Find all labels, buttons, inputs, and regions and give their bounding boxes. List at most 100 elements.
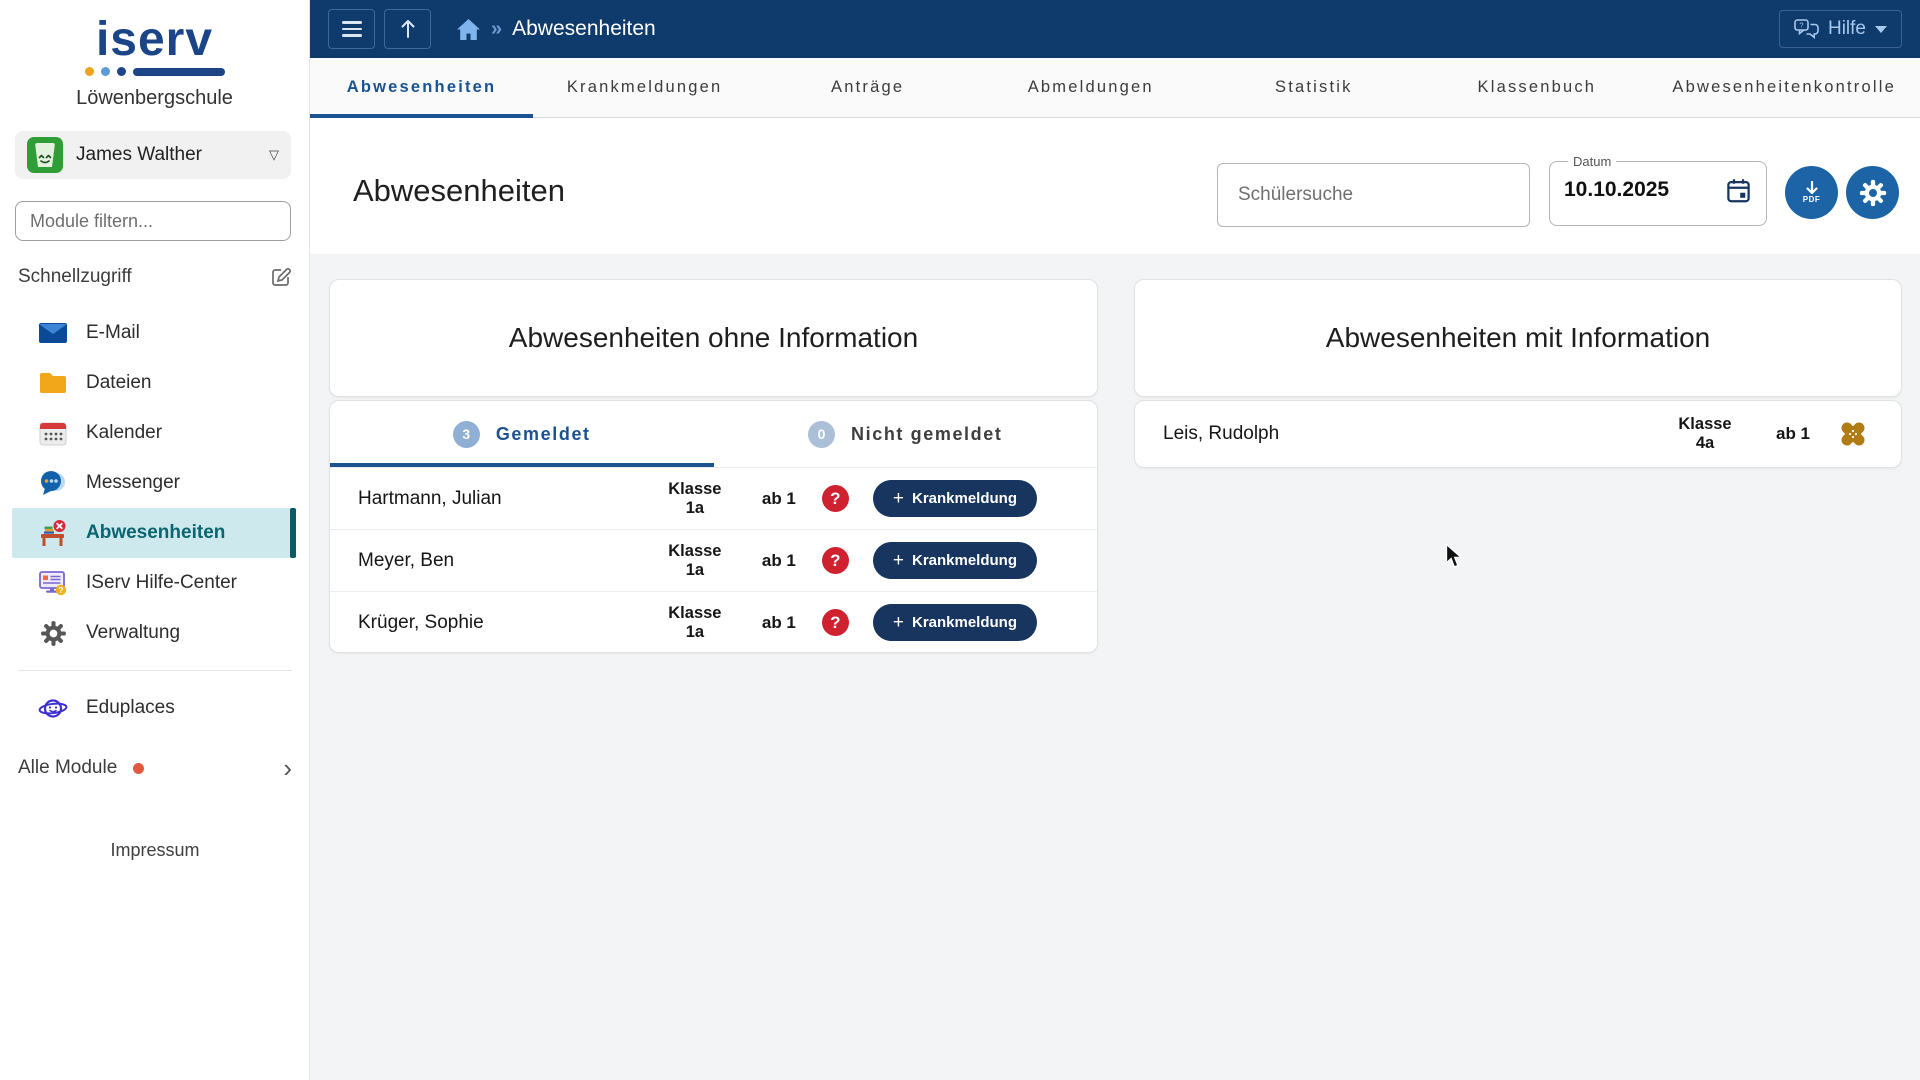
student-search-input[interactable] bbox=[1217, 163, 1530, 227]
tab-klassenbuch[interactable]: Klassenbuch bbox=[1425, 58, 1648, 117]
absences-desk-icon bbox=[38, 518, 68, 548]
absence-from: ab 1 bbox=[740, 489, 818, 509]
plus-icon: + bbox=[893, 488, 904, 510]
tab-abmeldungen[interactable]: Abmeldungen bbox=[979, 58, 1202, 117]
iserv-logo-text: iserv bbox=[0, 16, 309, 64]
button-label: Krankmeldung bbox=[912, 552, 1017, 569]
page-header: Abwesenheiten Datum 10.10.2025 PDF bbox=[310, 118, 1920, 254]
all-modules-button[interactable]: Alle Module › bbox=[18, 757, 292, 779]
settings-button[interactable] bbox=[1846, 166, 1899, 219]
tab-abwesenheiten[interactable]: Abwesenheiten bbox=[310, 58, 533, 117]
date-picker-field[interactable]: Datum 10.10.2025 bbox=[1549, 154, 1767, 226]
folder-icon bbox=[38, 368, 68, 398]
impressum-link[interactable]: Impressum bbox=[0, 840, 310, 861]
tab-statistik[interactable]: Statistik bbox=[1202, 58, 1425, 117]
download-pdf-button[interactable]: PDF bbox=[1785, 166, 1838, 219]
chevron-right-icon: › bbox=[283, 758, 292, 779]
sidebar-item-messenger[interactable]: Messenger bbox=[12, 458, 296, 508]
plus-icon: + bbox=[893, 550, 904, 572]
email-icon bbox=[38, 318, 68, 348]
sidebar-item-label: E-Mail bbox=[86, 322, 140, 344]
student-class: Klasse1a bbox=[650, 604, 740, 642]
card-without-info-header: Abwesenheiten ohne Information bbox=[329, 279, 1098, 397]
sidebar-item-abwesenheiten[interactable]: Abwesenheiten bbox=[12, 508, 296, 558]
iserv-logo[interactable]: iserv Löwenbergschule bbox=[0, 16, 309, 110]
tab-krankmeldungen[interactable]: Krankmeldungen bbox=[533, 58, 756, 117]
sidebar-item-email[interactable]: E-Mail bbox=[12, 308, 296, 358]
add-krankmeldung-button[interactable]: + Krankmeldung bbox=[873, 480, 1037, 517]
absence-from: ab 1 bbox=[740, 551, 818, 571]
logo-dot-navy bbox=[117, 67, 126, 76]
add-krankmeldung-button[interactable]: + Krankmeldung bbox=[873, 542, 1037, 579]
chevron-down-icon: ▽ bbox=[269, 147, 279, 163]
student-class: Klasse1a bbox=[650, 542, 740, 580]
logo-dot-blue bbox=[101, 67, 110, 76]
card-with-info-header: Abwesenheiten mit Information bbox=[1134, 279, 1902, 397]
menu-toggle-button[interactable] bbox=[328, 9, 375, 49]
svg-text:?: ? bbox=[1799, 20, 1803, 29]
unknown-status-icon: ? bbox=[822, 609, 849, 636]
logo-dot-orange bbox=[85, 67, 94, 76]
module-filter-input[interactable] bbox=[15, 201, 291, 241]
quick-access-label: Schnellzugriff bbox=[18, 266, 132, 288]
user-menu[interactable]: James Walther ▽ bbox=[15, 131, 291, 179]
school-name: Löwenbergschule bbox=[0, 87, 309, 110]
avatar bbox=[27, 137, 63, 173]
count-badge: 3 bbox=[453, 421, 480, 448]
svg-text:?: ? bbox=[58, 585, 63, 595]
report-status-tabs: 3 Gemeldet 0 Nicht gemeldet bbox=[330, 401, 1097, 467]
help-label: Hilfe bbox=[1828, 18, 1866, 40]
sidebar-item-kalender[interactable]: Kalender bbox=[12, 408, 296, 458]
plus-icon: + bbox=[893, 612, 904, 634]
tab-nicht-gemeldet[interactable]: 0 Nicht gemeldet bbox=[714, 401, 1098, 467]
navigate-up-button[interactable] bbox=[384, 9, 431, 49]
sidebar: iserv Löwenbergschule James Walther ▽ Sc… bbox=[0, 0, 310, 1080]
sidebar-nav: E-Mail Dateien Kalender bbox=[0, 308, 310, 733]
tab-label: Gemeldet bbox=[496, 424, 591, 445]
arrow-up-icon bbox=[400, 18, 416, 40]
date-value: 10.10.2025 bbox=[1564, 178, 1669, 202]
help-button[interactable]: ? Hilfe bbox=[1779, 10, 1902, 48]
user-name: James Walther bbox=[76, 144, 256, 166]
sidebar-item-dateien[interactable]: Dateien bbox=[12, 358, 296, 408]
hamburger-icon bbox=[342, 21, 362, 37]
sidebar-item-hilfe-center[interactable]: ? IServ Hilfe-Center bbox=[12, 558, 296, 608]
tab-antraege[interactable]: Anträge bbox=[756, 58, 979, 117]
gear-icon bbox=[1858, 178, 1888, 208]
card-with-info-list: Leis, Rudolph Klasse4a ab 1 bbox=[1134, 400, 1902, 468]
breadcrumb: » Abwesenheiten bbox=[456, 17, 656, 41]
caret-down-icon bbox=[1875, 26, 1887, 33]
module-tabbar: Abwesenheiten Krankmeldungen Anträge Abm… bbox=[310, 58, 1920, 118]
edit-pencil-icon[interactable] bbox=[270, 266, 292, 288]
page-title: Abwesenheiten bbox=[353, 173, 565, 209]
add-krankmeldung-button[interactable]: + Krankmeldung bbox=[873, 604, 1037, 641]
home-icon[interactable] bbox=[456, 18, 481, 41]
sidebar-item-label: IServ Hilfe-Center bbox=[86, 572, 237, 594]
bandage-icon bbox=[1835, 416, 1871, 452]
sidebar-item-eduplaces[interactable]: Eduplaces bbox=[12, 683, 296, 733]
eduplaces-planet-icon bbox=[38, 693, 68, 723]
absence-from: ab 1 bbox=[1751, 424, 1835, 444]
breadcrumb-current: Abwesenheiten bbox=[512, 17, 656, 41]
calendar-picker-icon[interactable] bbox=[1725, 177, 1752, 204]
button-label: Krankmeldung bbox=[912, 490, 1017, 507]
help-bubbles-icon: ? bbox=[1794, 19, 1819, 40]
pdf-label: PDF bbox=[1803, 195, 1821, 204]
student-row: Krüger, Sophie Klasse1a ab 1 ? + Krankme… bbox=[330, 591, 1097, 653]
student-row: Hartmann, Julian Klasse1a ab 1 ? + Krank… bbox=[330, 467, 1097, 529]
sidebar-item-label: Messenger bbox=[86, 472, 180, 494]
sidebar-item-label: Eduplaces bbox=[86, 697, 175, 719]
unknown-status-icon: ? bbox=[822, 547, 849, 574]
sidebar-item-verwaltung[interactable]: Verwaltung bbox=[12, 608, 296, 658]
student-name: Hartmann, Julian bbox=[358, 488, 650, 510]
tab-abwesenheitenkontrolle[interactable]: Abwesenheitenkontrolle bbox=[1648, 58, 1920, 117]
student-name: Krüger, Sophie bbox=[358, 612, 650, 634]
card-title: Abwesenheiten mit Information bbox=[1326, 322, 1710, 354]
topbar: » Abwesenheiten ? Hilfe bbox=[310, 0, 1920, 58]
main-content: Abwesenheiten ohne Information 3 Gemelde… bbox=[310, 254, 1920, 1080]
sidebar-item-label: Dateien bbox=[86, 372, 152, 394]
tab-gemeldet[interactable]: 3 Gemeldet bbox=[330, 401, 714, 467]
sidebar-divider bbox=[18, 670, 292, 671]
quick-access-header: Schnellzugriff bbox=[18, 266, 292, 288]
all-modules-label: Alle Module bbox=[18, 757, 117, 779]
